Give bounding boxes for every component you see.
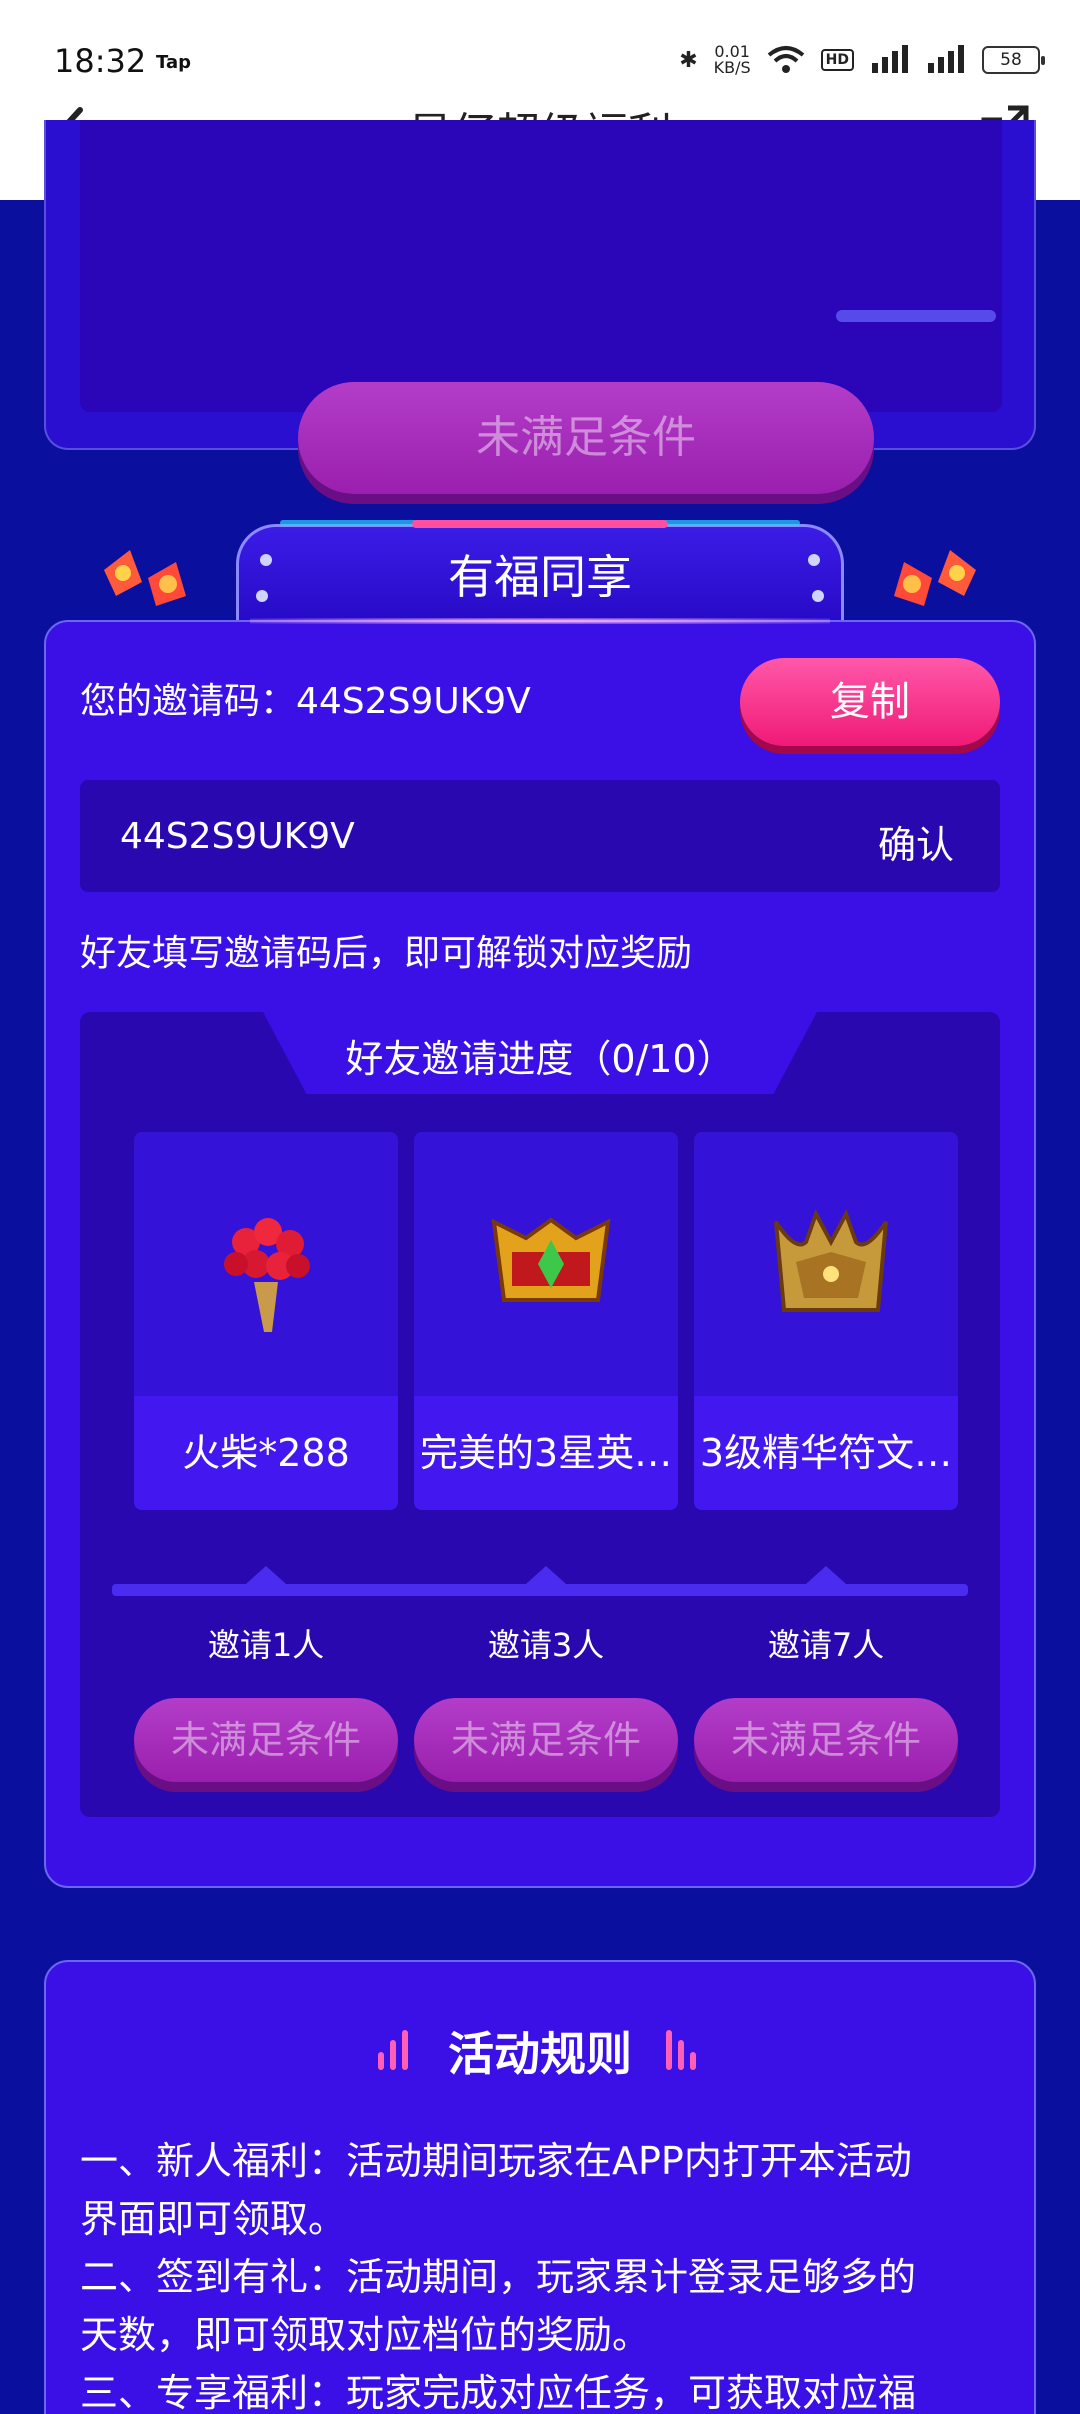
signal-5g-icon-2 <box>928 45 964 73</box>
progress-marker <box>526 1566 566 1584</box>
reward-requirement: 邀请3人 <box>487 1626 605 1664</box>
decorative-glow <box>836 310 996 322</box>
reward-name: 火柴*288 <box>134 1396 398 1510</box>
rules-title: 活动规则 <box>448 2027 632 2081</box>
reward-claim-button[interactable]: 未满足条件 <box>134 1698 398 1782</box>
lantern-left-icon <box>104 550 186 606</box>
network-speed: 0.01 KB/S <box>714 44 751 76</box>
decor-dot <box>256 590 268 602</box>
invite-code-label: 您的邀请码：44S2S9UK9V <box>80 681 531 722</box>
wifi-icon <box>767 46 804 73</box>
rule-text-line: 二、签到有礼：活动期间，玩家累计登录足够多的 <box>80 2255 917 2299</box>
title-decoration-right-icon <box>666 2030 696 2070</box>
copy-button[interactable]: 复制 <box>740 658 1000 746</box>
reward-requirement: 邀请1人 <box>207 1626 325 1664</box>
progress-marker <box>246 1566 286 1584</box>
progress-title: 好友邀请进度（0/10） <box>345 1037 735 1081</box>
network-speed-unit: KB/S <box>713 58 751 77</box>
hd-icon: HD <box>820 49 854 71</box>
invite-hint: 好友填写邀请码后，即可解锁对应奖励 <box>80 933 693 974</box>
decorative-glow-line <box>250 618 830 624</box>
confirm-button[interactable]: 确认 <box>878 814 954 869</box>
status-bar: 18:32 Tap ✱ 0.01 KB/S HD 58 <box>0 0 1080 90</box>
status-time: 18:32 <box>54 42 147 80</box>
status-app-tag: Tap <box>156 52 191 73</box>
decor-dot <box>812 590 824 602</box>
decor-dot <box>260 554 272 566</box>
ribbon-accent-pink <box>412 520 668 528</box>
invite-code-input-row: 确认 <box>80 780 1000 892</box>
bluetooth-icon: ✱ <box>679 47 698 73</box>
signal-5g-icon-1 <box>872 45 908 73</box>
welfare-card: 未满足条件 <box>44 120 1036 494</box>
rule-text-line: 一、新人福利：活动期间玩家在APP内打开本活动 <box>80 2139 912 2183</box>
flower-bouquet-icon <box>224 1218 310 1332</box>
status-icons: ✱ 0.01 KB/S HD 58 <box>679 44 1045 76</box>
reward-name: 3级精华符文… <box>694 1396 958 1510</box>
rule-text-line: 界面即可领取。 <box>80 2197 347 2241</box>
golden-crown-icon <box>774 1209 888 1312</box>
invite-code-input[interactable] <box>120 780 820 892</box>
section-title: 有福同享 <box>236 524 844 630</box>
reward-name: 完美的3星英… <box>414 1396 678 1510</box>
progress-track <box>112 1584 968 1596</box>
progress-marker <box>806 1566 846 1584</box>
reward-claim-button[interactable]: 未满足条件 <box>414 1698 678 1782</box>
welfare-card-inner <box>80 120 1002 412</box>
rule-text-line: 三、专享福利：玩家完成对应任务，可获取对应福 <box>80 2371 917 2414</box>
reward-claim-button[interactable]: 未满足条件 <box>694 1698 958 1782</box>
decor-dot <box>808 554 820 566</box>
reward-card[interactable]: 火柴*288 <box>134 1132 398 1510</box>
gold-crest-icon <box>491 1217 611 1302</box>
reward-requirement: 邀请7人 <box>767 1626 885 1664</box>
reward-card[interactable]: 完美的3星英… <box>414 1132 678 1510</box>
reward-card[interactable]: 3级精华符文… <box>694 1132 958 1510</box>
lantern-right-icon <box>894 550 976 606</box>
battery-indicator: 58 <box>982 46 1045 74</box>
rule-text-line: 天数，即可领取对应档位的奖励。 <box>80 2313 651 2357</box>
share-ribbon: 有福同享 <box>90 520 990 630</box>
claim-button-disabled[interactable]: 未满足条件 <box>298 382 874 494</box>
